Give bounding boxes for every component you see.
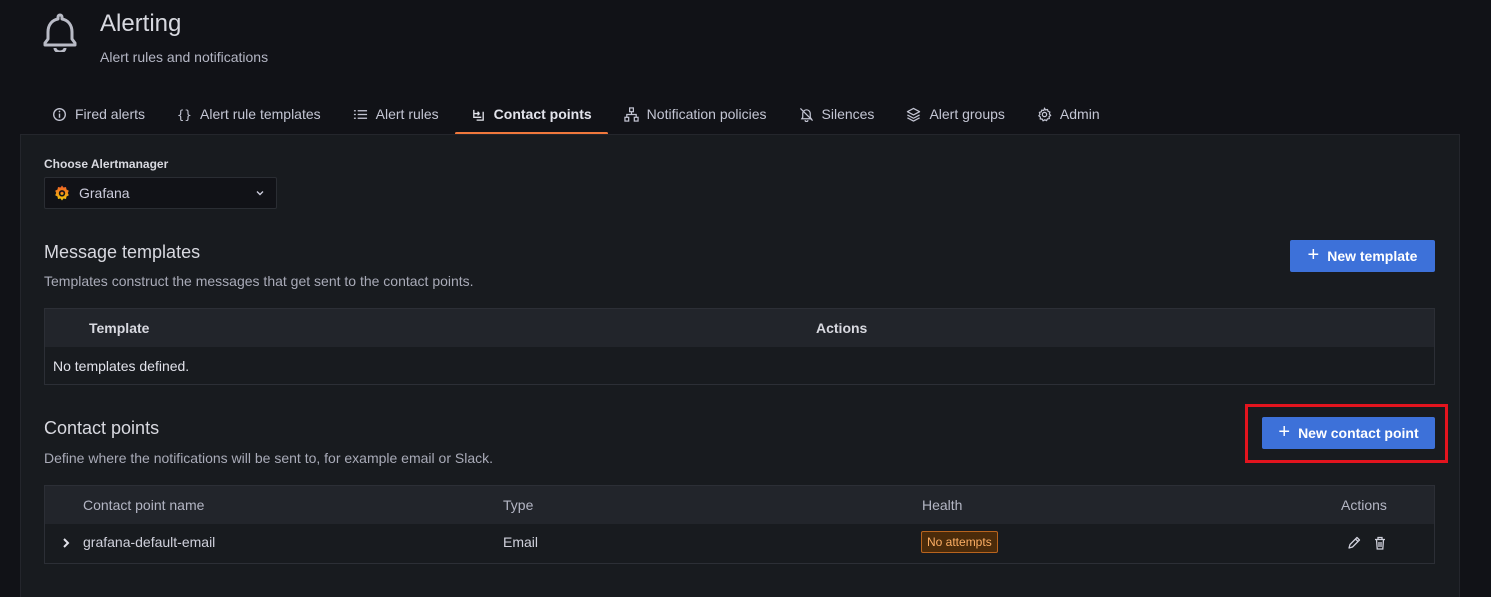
contact-points-table: Contact point name Type Health Actions g… [44, 485, 1435, 564]
tab-label: Silences [821, 106, 875, 122]
tab-label: Admin [1059, 106, 1100, 122]
column-header-actions: Actions [1341, 497, 1387, 513]
alerting-page: Alerting Alert rules and notifications F… [0, 0, 1491, 597]
tab-bar: Fired alerts {} Alert rule templates Ale… [36, 96, 1116, 135]
column-header-health: Health [922, 497, 963, 513]
tab-label: Alert rules [375, 106, 439, 122]
page-header: Alerting Alert rules and notifications F… [0, 0, 1491, 135]
table-header: Contact point name Type Health Actions [45, 486, 1434, 524]
svg-text:{}: {} [177, 108, 192, 122]
templates-table: Template Actions No templates defined. [44, 308, 1435, 385]
contact-points-title: Contact points [44, 418, 160, 438]
column-header-name: Contact point name [83, 497, 205, 513]
health-status-badge: No attempts [921, 531, 998, 553]
tab-alert-rule-templates[interactable]: {} Alert rule templates [161, 96, 337, 132]
new-template-label: New template [1327, 248, 1418, 264]
tab-fired-alerts[interactable]: Fired alerts [36, 96, 161, 132]
tab-label: Fired alerts [75, 106, 146, 122]
tab-label: Alert groups [929, 106, 1005, 122]
new-template-button[interactable]: + New template [1290, 240, 1435, 272]
column-header-type: Type [503, 497, 534, 513]
tab-alert-rules[interactable]: Alert rules [337, 96, 455, 132]
chevron-right-icon[interactable] [59, 536, 73, 550]
list-icon [353, 109, 367, 119]
info-circle-icon [53, 107, 66, 121]
tab-alert-groups[interactable]: Alert groups [890, 96, 1020, 132]
braces-icon: {} [177, 108, 192, 122]
layers-icon [907, 107, 921, 122]
column-header-actions: Actions [816, 320, 868, 336]
tab-admin[interactable]: Admin [1021, 96, 1116, 132]
page-title: Alerting [100, 10, 182, 37]
plus-icon: + [1307, 244, 1320, 266]
tab-contact-points[interactable]: Contact points [454, 96, 608, 135]
table-row-empty: No templates defined. [45, 347, 1434, 385]
contact-point-name: grafana-default-email [83, 534, 216, 550]
bell-icon [43, 13, 77, 52]
grafana-logo-icon [55, 185, 69, 201]
tab-silences[interactable]: Silences [783, 96, 891, 132]
message-templates-title: Message templates [44, 242, 201, 262]
contact-point-type: Email [503, 534, 539, 550]
table-row: grafana-default-email Email No attempts [45, 524, 1434, 562]
tab-label: Alert rule templates [200, 106, 321, 122]
column-header-template: Template [89, 320, 150, 336]
alertmanager-select[interactable]: Grafana [44, 177, 277, 209]
chevron-down-icon [256, 191, 264, 196]
empty-state-text: No templates defined. [53, 358, 190, 374]
table-header: Template Actions [45, 309, 1434, 347]
page-subtitle: Alert rules and notifications [100, 49, 269, 65]
contact-points-description: Define where the notifications will be s… [44, 450, 493, 466]
message-templates-description: Templates construct the messages that ge… [44, 273, 474, 289]
tab-label: Notification policies [646, 106, 767, 122]
bell-slash-icon [799, 107, 813, 122]
alertmanager-selected-value: Grafana [79, 185, 130, 201]
edit-pencil-icon[interactable] [1346, 535, 1362, 551]
tab-label: Contact points [493, 106, 592, 122]
trash-icon[interactable] [1372, 535, 1388, 551]
annotation-highlight-box [1245, 404, 1448, 463]
sitemap-icon [624, 106, 639, 122]
contact-icon [472, 109, 484, 121]
gear-icon [1037, 106, 1052, 122]
alertmanager-label: Choose Alertmanager [44, 157, 169, 171]
tab-notification-policies[interactable]: Notification policies [608, 96, 783, 132]
